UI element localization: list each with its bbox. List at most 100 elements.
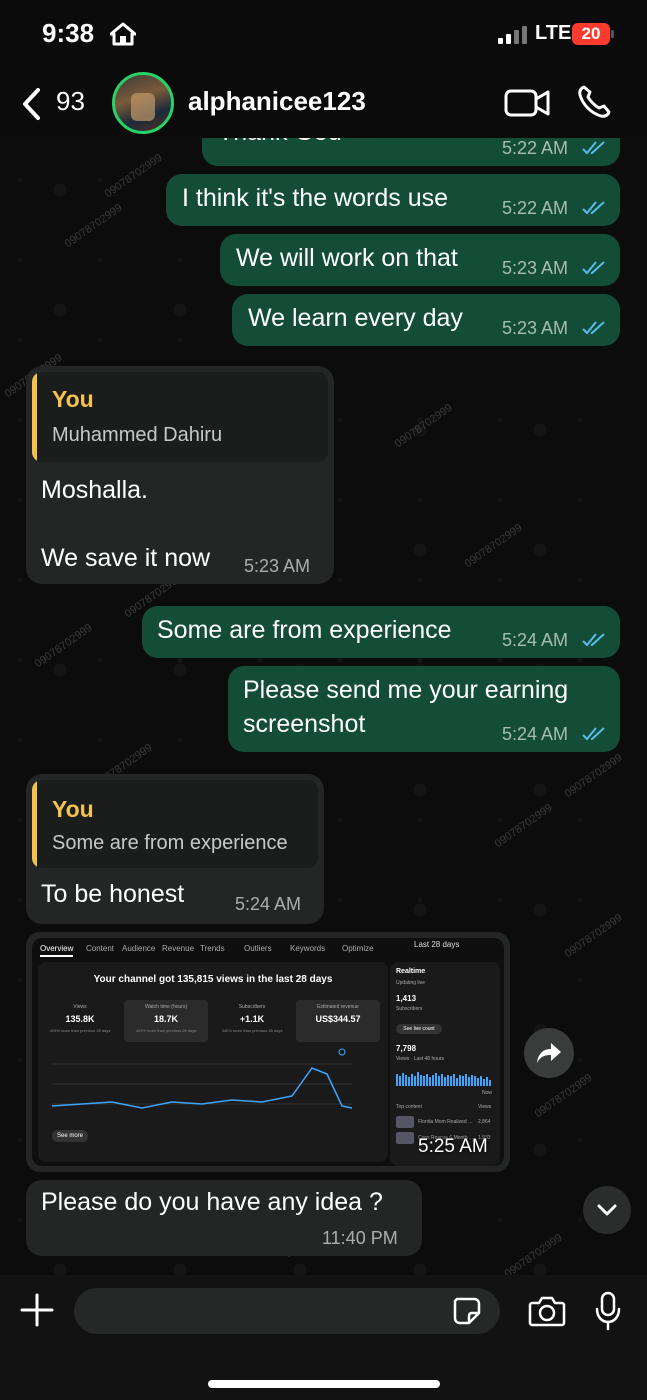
home-indicator — [208, 1380, 440, 1388]
phone-call-icon[interactable] — [576, 84, 612, 120]
message-time: 5:24 AM — [502, 630, 569, 650]
tab-overview: Overview — [40, 944, 74, 957]
plus-icon[interactable] — [20, 1293, 54, 1327]
quote-accent-bar — [32, 780, 37, 868]
realtime-subscribers-value: 1,413 — [396, 994, 417, 1003]
message-time: 5:23 AM — [502, 318, 569, 338]
message-bubble-outgoing[interactable]: I think it's the words use 5:22 AM — [166, 174, 620, 226]
see-more-button: See more — [52, 1130, 88, 1142]
tab-keywords: Keywords — [290, 944, 326, 953]
stat-label: Views — [73, 1004, 87, 1010]
stat-watch-time: Watch time (hours) 18.7K 423% more than … — [124, 1000, 208, 1042]
video-thumbnail — [396, 1116, 414, 1128]
stat-revenue: Estimated revenue US$344.57 — [296, 1000, 380, 1042]
message-text: We save it now — [41, 544, 211, 572]
message-time: 5:23 AM — [502, 258, 569, 278]
stat-value: 18.7K — [153, 1014, 179, 1024]
realtime-views-label: Views · Last 48 hours — [396, 1056, 444, 1062]
chat-screen: 090787 090787 09078702999 09078702999 09… — [0, 0, 647, 1400]
realtime-bar-chart — [396, 1072, 491, 1086]
forward-button[interactable] — [524, 1028, 574, 1078]
camera-icon[interactable] — [528, 1295, 566, 1327]
status-bar: 9:38 LTE 20 — [0, 0, 647, 70]
battery-level: 20 — [581, 24, 601, 43]
network-type: LTE — [535, 22, 572, 44]
message-time: 5:24 AM — [235, 894, 302, 914]
realtime-title: Realtime — [396, 968, 426, 975]
realtime-views-value: 7,798 — [396, 1044, 417, 1053]
analytics-screenshot[interactable]: Overview Content Audience Revenue Trends… — [32, 938, 504, 1166]
quote-text: Some are from experience — [52, 832, 288, 854]
status-time: 9:38 — [42, 18, 95, 48]
stat-subscribers: Subscribers +1.1K 340% more than previou… — [210, 1000, 294, 1042]
top-content-label: Top content — [396, 1104, 422, 1110]
message-bubble-incoming[interactable]: You Some are from experience To be hones… — [26, 774, 324, 924]
unread-count[interactable]: 93 — [56, 86, 85, 117]
stat-note: 403% more than previous 28 days — [49, 1028, 111, 1033]
video-call-icon[interactable] — [504, 88, 550, 118]
overview-card: Your channel got 135,815 views in the la… — [38, 962, 388, 1162]
quote-accent-bar — [32, 372, 37, 462]
home-icon — [110, 22, 136, 46]
message-time: 5:25 AM — [418, 1136, 488, 1157]
message-text: Some are from experience — [157, 616, 452, 644]
message-text: I think it's the words use — [182, 184, 449, 212]
overview-headline: Your channel got 135,815 views in the la… — [93, 974, 333, 985]
top-item-title: Florida Mom Realized ... — [418, 1119, 473, 1125]
back-chevron-icon[interactable] — [20, 87, 42, 121]
chevron-down-icon — [597, 1204, 617, 1216]
stat-value: US$344.57 — [315, 1014, 361, 1024]
battery-cap — [611, 30, 614, 38]
stat-label: Subscribers — [238, 1004, 266, 1010]
stat-note: 340% more than previous 28 days — [221, 1028, 283, 1033]
tab-outliers: Outliers — [244, 944, 272, 953]
views-line-chart — [52, 1048, 353, 1109]
tab-audience: Audience — [122, 944, 156, 953]
message-bubble-outgoing[interactable]: We learn every day 5:23 AM — [232, 294, 620, 346]
message-input[interactable] — [74, 1288, 500, 1334]
message-bubble-outgoing[interactable]: We will work on that 5:23 AM — [220, 234, 620, 286]
views-column-label: Views — [478, 1104, 492, 1110]
message-time: 5:22 AM — [502, 138, 569, 158]
read-receipt-icon — [582, 141, 605, 155]
tab-content: Content — [86, 944, 115, 953]
stat-note: 423% more than previous 28 days — [135, 1028, 197, 1033]
realtime-now-label: Now — [482, 1090, 493, 1096]
microphone-icon[interactable] — [594, 1291, 622, 1331]
tab-optimize: Optimize — [342, 944, 374, 953]
read-receipt-icon — [582, 201, 605, 215]
chat-header: 93 alphanicee123 — [0, 70, 647, 138]
message-text: We learn every day — [248, 304, 463, 332]
message-composer — [0, 1275, 647, 1400]
scroll-to-bottom-button[interactable] — [583, 1186, 631, 1234]
message-time: 11:40 PM — [322, 1228, 398, 1248]
stat-label: Estimated revenue — [317, 1004, 359, 1010]
tab-revenue: Revenue — [162, 944, 195, 953]
message-text: Moshalla. — [41, 476, 148, 504]
date-range: Last 28 days — [414, 940, 460, 949]
sticker-icon[interactable] — [452, 1296, 482, 1326]
message-time: 5:23 AM — [244, 556, 311, 576]
message-bubble-incoming[interactable]: Please do you have any idea ? 11:40 PM — [26, 1180, 422, 1256]
read-receipt-icon — [582, 633, 605, 647]
message-time: 5:22 AM — [502, 198, 569, 218]
stat-value: 135.8K — [65, 1014, 95, 1024]
tab-trends: Trends — [200, 944, 225, 953]
message-bubble-incoming[interactable]: You Muhammed Dahiru Moshalla. We save it… — [26, 366, 334, 584]
quote-author: You — [52, 796, 94, 822]
signal-icon — [498, 26, 527, 44]
realtime-subscribers-label: Subscribers — [396, 1006, 423, 1012]
avatar[interactable] — [112, 72, 174, 134]
read-receipt-icon — [582, 727, 605, 741]
stat-value: +1.1K — [239, 1014, 265, 1024]
message-bubble-outgoing[interactable]: Some are from experience 5:24 AM — [142, 606, 620, 658]
quote-text: Muhammed Dahiru — [52, 424, 223, 446]
stat-label: Watch time (hours) — [144, 1004, 188, 1010]
read-receipt-icon — [582, 321, 605, 335]
message-bubble-outgoing[interactable]: Please send me your earning screenshot 5… — [228, 666, 620, 752]
quoted-reply[interactable]: You Muhammed Dahiru — [32, 372, 328, 462]
message-text: Please do you have any idea ? — [41, 1188, 383, 1216]
contact-name[interactable]: alphanicee123 — [188, 86, 366, 117]
quoted-reply[interactable]: You Some are from experience — [32, 780, 318, 868]
top-item-views: 2,864 — [478, 1119, 491, 1125]
